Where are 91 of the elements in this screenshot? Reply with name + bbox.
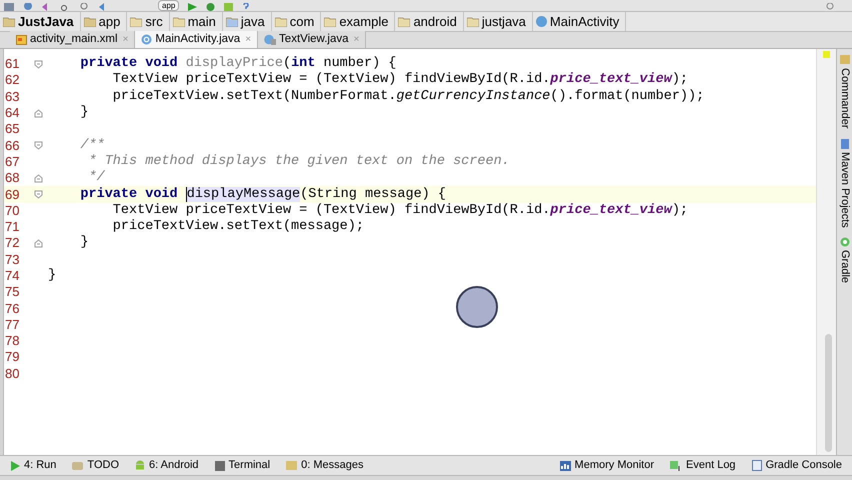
breadcrumb-item[interactable]: main [188,12,216,32]
tool-window-label: Gradle [838,250,852,284]
tool-window-tab[interactable]: Memory Monitor [560,457,654,474]
code-text: price_text_view [550,202,672,218]
tool-window-tab[interactable]: 0: Messages [286,457,364,474]
gradle-icon [840,237,850,248]
line-number: 73 [4,252,20,268]
editor-tab[interactable]: TextView.java × [258,31,366,48]
code-text: ); [672,72,688,88]
fold-marker-icon[interactable] [34,190,42,200]
line-number: 74 [4,268,20,284]
line-number: 72 [4,235,20,252]
breadcrumb-item[interactable]: MainActivity [550,12,620,32]
line-number: 78 [4,333,20,350]
code-text: } [79,105,89,120]
code-comment: */ [88,170,105,186]
line-number: 70 [4,202,20,219]
breadcrumb-item[interactable]: com [290,12,314,32]
line-number: 62 [4,72,20,88]
tool-window-tab[interactable]: 4: Run [10,457,56,474]
library-class-icon [264,34,276,45]
fold-end-marker-icon[interactable] [34,174,42,183]
breadcrumb-item[interactable]: justjava [482,12,526,32]
code-text: int [291,56,316,72]
tool-window-tab[interactable]: Commander [836,55,852,129]
tool-window-tab[interactable]: 6: Android [135,457,199,474]
code-text: private void [79,186,179,202]
line-number: 69 [4,186,20,203]
fold-marker-icon[interactable] [34,60,42,69]
fold-end-marker-icon[interactable] [34,108,42,118]
line-number: 71 [4,219,20,236]
code-text: price_text_view [550,72,672,88]
breadcrumb-item[interactable]: example [339,12,388,32]
code-text: getCurrencyInstance [396,88,550,104]
search-icon[interactable] [80,3,90,11]
code-comment: * This method displays the given text on the screen. [88,154,510,169]
code-text: } [48,268,56,283]
code-text: priceTextView.setText(message); [112,219,364,234]
line-number: 77 [4,316,20,333]
tab-label: MainActivity.java [155,32,240,47]
tab-label: activity_main.xml [30,32,118,47]
code-text: ); [672,202,688,218]
code-text: displayMessage [186,186,300,202]
breadcrumb-item[interactable]: JustJava [18,12,74,32]
line-number: 65 [4,121,20,138]
code-text: ().format(number)); [550,88,704,104]
tool-window-tab[interactable]: Terminal [214,457,270,474]
code-comment: /** [79,138,105,153]
line-number: 63 [4,88,20,105]
editor-tab[interactable]: activity_main.xml × [10,31,136,48]
tool-window-label: Maven Projects [838,152,852,228]
breadcrumb-item[interactable]: android [413,12,457,32]
code-text: number) { [322,56,396,72]
help-icon[interactable] [242,3,250,11]
tool-window-tab[interactable]: Event Log [670,457,736,474]
code-text: priceTextView.setText(NumberFormat. [112,88,396,104]
breadcrumb-item[interactable]: java [240,12,265,32]
code-text: (String message) { [300,186,446,202]
line-number: 75 [4,284,20,300]
tool-window-tab[interactable]: Gradle Console [752,457,842,474]
fold-marker-icon[interactable] [34,141,42,150]
run-configuration-dropdown[interactable]: app [158,0,180,11]
line-number: 64 [4,105,20,122]
code-text: ( [282,56,292,72]
line-number: 79 [4,349,20,366]
tool-window-tab[interactable]: Maven Projects [836,138,852,228]
layout-file-icon [16,34,27,45]
breadcrumb-item[interactable]: app [98,12,120,32]
tab-label: TextView.java [279,32,349,47]
line-number: 76 [4,300,20,317]
code-text: TextView priceTextView = (TextView) findViewById(R.id. [112,202,550,218]
line-number: 61 [4,56,20,72]
code-text: displayPrice [186,56,283,72]
line-number: 68 [4,170,20,186]
line-number: 67 [4,154,20,170]
editor-tab[interactable]: MainActivity.java × [135,31,258,48]
line-number: 66 [4,138,20,154]
line-number: 80 [4,366,20,382]
breadcrumb-item[interactable]: src [145,12,163,32]
console-icon [752,460,762,471]
fold-end-marker-icon[interactable] [34,238,42,248]
tool-window-label: Commander [838,68,852,129]
search-icon[interactable] [826,3,836,11]
tool-window-tab[interactable]: Gradle [836,237,852,284]
tool-window-tab[interactable]: TODO [72,457,119,474]
code-text: TextView priceTextView = (TextView) findViewById(R.id. [112,72,550,88]
code-text: } [79,235,89,250]
scrollbar-thumb[interactable] [825,334,832,452]
code-text: private void [79,56,179,72]
chart-icon [560,460,571,470]
play-icon [10,460,20,470]
